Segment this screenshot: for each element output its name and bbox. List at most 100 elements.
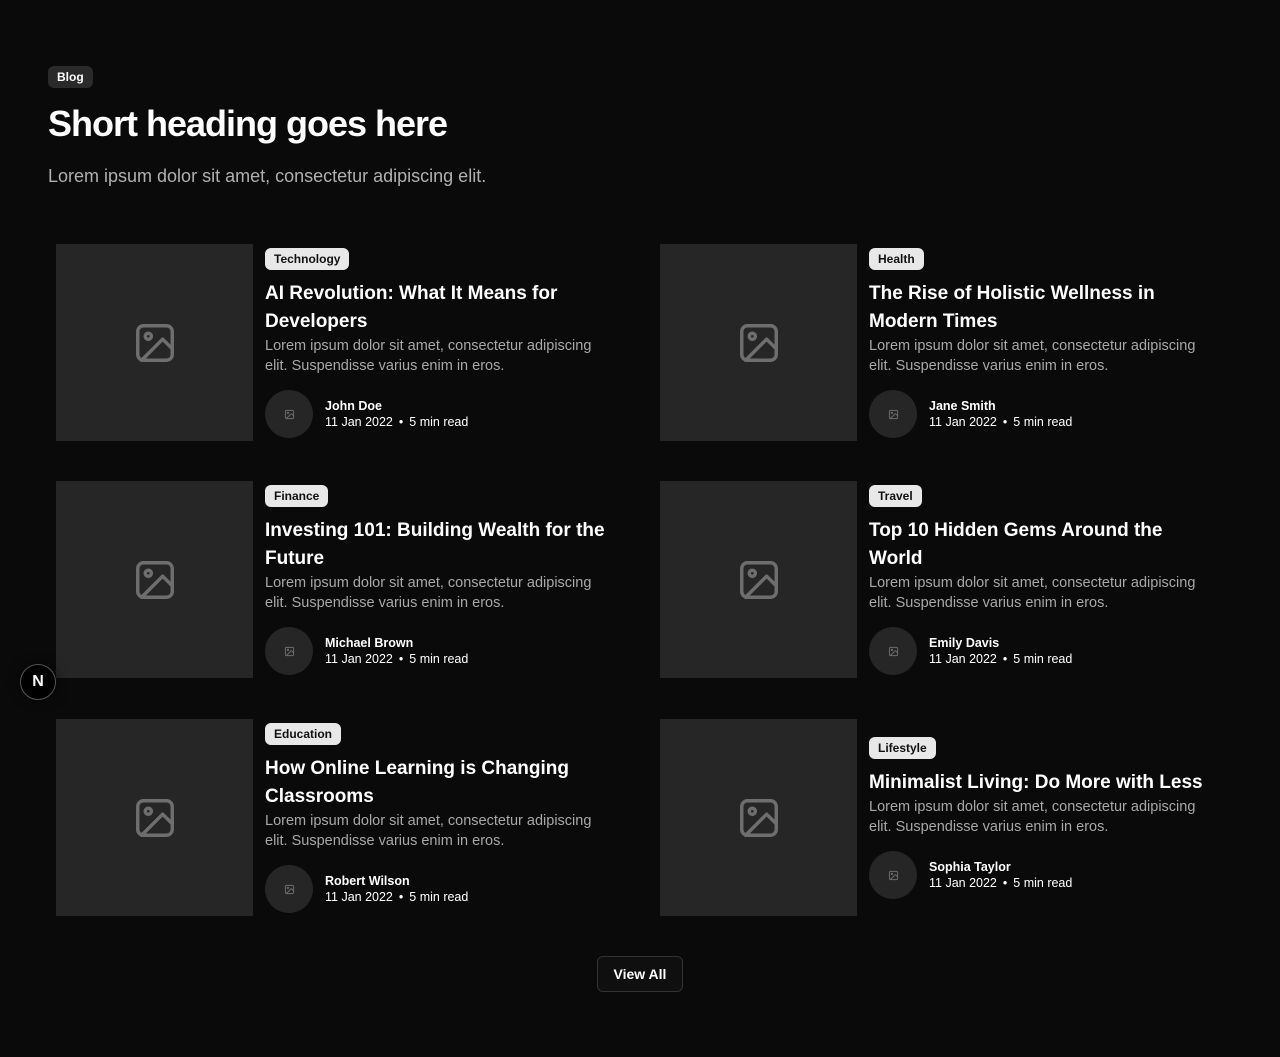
post-body: Finance Investing 101: Building Wealth f… [265, 481, 616, 679]
blog-card[interactable]: Health The Rise of Holistic Wellness in … [660, 244, 1220, 442]
post-title[interactable]: How Online Learning is Changing Classroo… [265, 755, 616, 811]
post-thumbnail[interactable] [56, 244, 253, 441]
read-time: 5 min read [409, 652, 469, 666]
post-date-line: 11 Jan 2022 • 5 min read [325, 889, 468, 905]
post-body: Health The Rise of Holistic Wellness in … [869, 244, 1220, 442]
image-placeholder-icon [739, 323, 778, 362]
post-body: Travel Top 10 Hidden Gems Around the Wor… [869, 481, 1220, 679]
post-description: Lorem ipsum dolor sit amet, consectetur … [869, 338, 1196, 374]
author-name: Robert Wilson [325, 874, 410, 888]
image-placeholder-icon [135, 798, 174, 837]
section-header: Blog Short heading goes here Lorem ipsum… [48, 66, 748, 188]
category-tag[interactable]: Health [869, 248, 924, 270]
author-info: Robert Wilson 11 Jan 2022 • 5 min read [325, 873, 468, 905]
category-tag[interactable]: Education [265, 723, 342, 745]
author-info: Jane Smith 11 Jan 2022 • 5 min read [929, 398, 1072, 430]
image-placeholder-icon [135, 560, 174, 599]
blog-card[interactable]: Lifestyle Minimalist Living: Do More wit… [660, 719, 1220, 917]
post-date: 11 Jan 2022 [325, 652, 393, 666]
post-date: 11 Jan 2022 [325, 415, 393, 429]
image-placeholder-icon [284, 409, 294, 419]
read-time: 5 min read [409, 890, 469, 904]
post-thumbnail[interactable] [56, 481, 253, 678]
read-time: 5 min read [409, 415, 469, 429]
avatar [265, 865, 313, 913]
image-placeholder-icon [888, 870, 898, 880]
blog-card[interactable]: Education How Online Learning is Changin… [56, 719, 616, 917]
post-description: Lorem ipsum dolor sit amet, consectetur … [869, 575, 1196, 611]
author-name: Emily Davis [929, 636, 1000, 650]
blog-card[interactable]: Travel Top 10 Hidden Gems Around the Wor… [660, 481, 1220, 679]
author-name: Michael Brown [325, 636, 414, 650]
category-tag[interactable]: Finance [265, 485, 329, 507]
category-tag[interactable]: Technology [265, 248, 350, 270]
author-name: John Doe [325, 399, 382, 413]
meta-separator: • [398, 415, 404, 429]
meta-separator: • [1002, 652, 1008, 666]
post-body: Education How Online Learning is Changin… [265, 719, 616, 917]
category-tag[interactable]: Lifestyle [869, 737, 936, 759]
post-description: Lorem ipsum dolor sit amet, consectetur … [265, 575, 592, 611]
post-body: Technology AI Revolution: What It Means … [265, 244, 616, 442]
image-placeholder-icon [739, 560, 778, 599]
post-meta: Robert Wilson 11 Jan 2022 • 5 min read [265, 865, 616, 913]
post-description: Lorem ipsum dolor sit amet, consectetur … [869, 799, 1196, 835]
author-info: Emily Davis 11 Jan 2022 • 5 min read [929, 635, 1072, 667]
post-title[interactable]: Top 10 Hidden Gems Around the World [869, 517, 1220, 573]
post-date: 11 Jan 2022 [325, 890, 393, 904]
post-title[interactable]: Minimalist Living: Do More with Less [869, 769, 1220, 797]
image-placeholder-icon [888, 409, 898, 419]
post-meta: John Doe 11 Jan 2022 • 5 min read [265, 390, 616, 438]
post-meta: Michael Brown 11 Jan 2022 • 5 min read [265, 627, 616, 675]
post-body: Lifestyle Minimalist Living: Do More wit… [869, 719, 1220, 917]
meta-separator: • [398, 890, 404, 904]
post-title[interactable]: Investing 101: Building Wealth for the F… [265, 517, 616, 573]
author-info: Sophia Taylor 11 Jan 2022 • 5 min read [929, 859, 1072, 891]
category-tag[interactable]: Travel [869, 485, 922, 507]
post-meta: Jane Smith 11 Jan 2022 • 5 min read [869, 390, 1220, 438]
author-info: John Doe 11 Jan 2022 • 5 min read [325, 398, 468, 430]
post-thumbnail[interactable] [56, 719, 253, 916]
author-name: Jane Smith [929, 399, 996, 413]
author-name: Sophia Taylor [929, 860, 1011, 874]
meta-separator: • [1002, 415, 1008, 429]
post-date: 11 Jan 2022 [929, 876, 997, 890]
avatar [265, 627, 313, 675]
post-meta: Emily Davis 11 Jan 2022 • 5 min read [869, 627, 1220, 675]
image-placeholder-icon [888, 646, 898, 656]
post-date-line: 11 Jan 2022 • 5 min read [929, 651, 1072, 667]
read-time: 5 min read [1013, 652, 1073, 666]
post-thumbnail[interactable] [660, 244, 857, 441]
view-all-button[interactable]: View All [597, 956, 683, 992]
post-date: 11 Jan 2022 [929, 415, 997, 429]
eyebrow-badge: Blog [48, 66, 93, 88]
read-time: 5 min read [1013, 876, 1073, 890]
post-description: Lorem ipsum dolor sit amet, consectetur … [265, 813, 592, 849]
post-date-line: 11 Jan 2022 • 5 min read [325, 414, 468, 430]
blog-card[interactable]: Finance Investing 101: Building Wealth f… [56, 481, 616, 679]
post-description: Lorem ipsum dolor sit amet, consectetur … [265, 338, 592, 374]
image-placeholder-icon [284, 884, 294, 894]
avatar [869, 851, 917, 899]
post-date-line: 11 Jan 2022 • 5 min read [929, 875, 1072, 891]
blog-section: Blog Short heading goes here Lorem ipsum… [0, 0, 1280, 1057]
post-thumbnail[interactable] [660, 719, 857, 916]
post-date-line: 11 Jan 2022 • 5 min read [325, 651, 468, 667]
page-subtitle: Lorem ipsum dolor sit amet, consectetur … [48, 166, 487, 186]
image-placeholder-icon [284, 646, 294, 656]
image-placeholder-icon [739, 798, 778, 837]
avatar [869, 390, 917, 438]
meta-separator: • [1002, 876, 1008, 890]
floating-button-label: N [32, 673, 44, 690]
page-title: Short heading goes here [48, 103, 448, 144]
post-date: 11 Jan 2022 [929, 652, 997, 666]
meta-separator: • [398, 652, 404, 666]
post-title[interactable]: AI Revolution: What It Means for Develop… [265, 280, 616, 336]
nextjs-logo-icon[interactable]: N [20, 664, 56, 700]
avatar [869, 627, 917, 675]
blog-card[interactable]: Technology AI Revolution: What It Means … [56, 244, 616, 442]
post-date-line: 11 Jan 2022 • 5 min read [929, 414, 1072, 430]
post-title[interactable]: The Rise of Holistic Wellness in Modern … [869, 280, 1220, 336]
post-thumbnail[interactable] [660, 481, 857, 678]
read-time: 5 min read [1013, 415, 1073, 429]
